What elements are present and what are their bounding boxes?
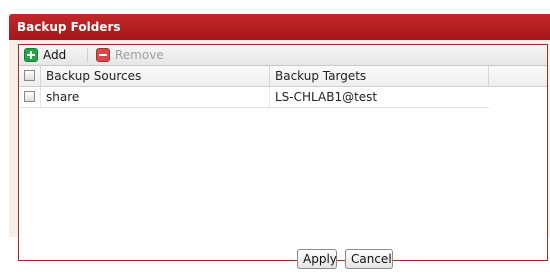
grid-header-row: Backup Sources Backup Targets (19, 66, 547, 87)
row-checkbox-cell (19, 87, 41, 107)
select-all-cell (19, 66, 41, 86)
cancel-button[interactable]: Cancel (345, 249, 393, 269)
apply-button[interactable]: Apply (297, 249, 337, 269)
backup-target-cell: LS-CHLAB1@test (275, 90, 378, 104)
backup-source-cell: share (41, 87, 270, 107)
select-all-checkbox[interactable] (24, 70, 35, 81)
add-button-label: Add (43, 48, 67, 62)
grid-toolbar: Add Remove (19, 45, 547, 66)
remove-button[interactable]: Remove (96, 47, 164, 63)
panel-header: Backup Folders (9, 14, 550, 40)
backup-folders-panel: Backup Folders Add Remove Backup Sources… (9, 14, 550, 261)
table-row[interactable]: share LS-CHLAB1@test (19, 87, 489, 108)
column-header-backup-targets[interactable]: Backup Targets (270, 66, 489, 86)
column-header-backup-sources[interactable]: Backup Sources (41, 66, 270, 86)
dialog-footer: Apply Cancel (0, 245, 550, 275)
plus-icon (24, 48, 38, 62)
backup-folders-grid: Add Remove Backup Sources Backup Targets (18, 44, 548, 261)
add-button[interactable]: Add (24, 47, 66, 63)
toolbar-separator (87, 48, 88, 62)
panel-title: Backup Folders (17, 20, 121, 34)
row-checkbox[interactable] (24, 91, 35, 102)
remove-button-label: Remove (115, 48, 164, 62)
minus-icon (96, 48, 110, 62)
